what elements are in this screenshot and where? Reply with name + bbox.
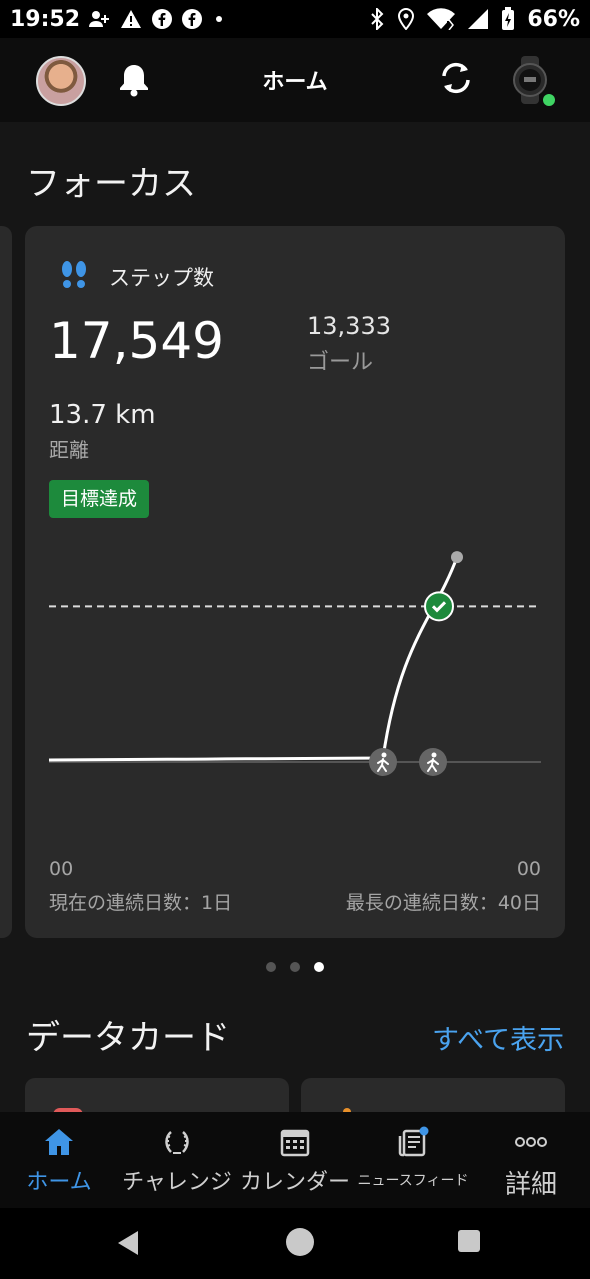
bottom-navigation: ホーム チャレンジ カレンダー ニュースフィード 詳細	[0, 1112, 590, 1208]
x-axis-label-end: 00	[516, 858, 541, 880]
distance-value: 13.7 km	[49, 400, 156, 430]
card-pager	[0, 962, 590, 972]
bluetooth-icon	[371, 8, 384, 30]
page-title: ホーム	[262, 70, 328, 95]
battery-charging-icon	[502, 7, 515, 30]
facebook-icon	[182, 9, 203, 29]
warning-icon	[121, 10, 142, 28]
status-bar: 19:52 66%	[0, 0, 590, 38]
current-steps-point	[451, 551, 463, 564]
see-all-link[interactable]: すべて表示	[432, 1018, 564, 1057]
pager-dot-active[interactable]	[314, 962, 324, 972]
x-axis-label-start: 00	[49, 858, 74, 880]
goal-value: 13,333	[307, 312, 391, 340]
dot-icon	[216, 16, 223, 22]
calendar-icon	[280, 1129, 310, 1157]
data-cards-section-title: データカード	[26, 1018, 230, 1058]
sync-icon[interactable]	[436, 58, 476, 98]
footsteps-icon	[62, 261, 86, 288]
card-label: ステップ数	[109, 266, 214, 290]
home-button[interactable]	[286, 1228, 314, 1256]
focus-section-title: フォーカス	[26, 164, 196, 204]
nav-newsfeed[interactable]: ニュースフィード	[354, 1112, 472, 1208]
nav-label: ニュースフィード	[357, 1173, 469, 1189]
more-icon	[515, 1137, 547, 1147]
location-icon	[398, 8, 415, 30]
wifi-icon	[427, 8, 456, 30]
nav-more[interactable]: 詳細	[472, 1112, 590, 1208]
laurel-icon	[165, 1131, 189, 1154]
goal-reached-badge: 目標達成	[49, 480, 150, 518]
system-icons: 66%	[369, 7, 580, 32]
goal-label: ゴール	[307, 350, 374, 375]
nav-label: チャレンジ	[122, 1170, 232, 1195]
newsfeed-icon	[398, 1126, 429, 1157]
steps-series-line	[48, 556, 459, 762]
nav-challenges[interactable]: チャレンジ	[118, 1112, 236, 1208]
person-add-icon	[89, 11, 110, 27]
steps-chart	[48, 551, 541, 776]
longest-streak: 最長の連続日数：40日	[345, 892, 541, 914]
app-screen: 19:52 66% ホーム フォーカス ステップ数 17,549 13,333 …	[0, 0, 590, 1279]
home-icon	[45, 1129, 73, 1155]
facebook-icon	[152, 9, 173, 29]
walking-icon-head	[431, 752, 437, 758]
nav-home[interactable]: ホーム	[0, 1112, 118, 1208]
top-app-bar: ホーム	[0, 38, 590, 122]
walking-icon-head	[381, 752, 387, 758]
status-time: 19:52	[10, 6, 81, 32]
nav-label: カレンダー	[239, 1170, 350, 1195]
steps-value: 17,549	[49, 312, 224, 370]
notification-icons	[88, 9, 226, 29]
back-icon[interactable]	[116, 1230, 140, 1256]
nav-label: ホーム	[26, 1170, 92, 1195]
distance-label: 距離	[49, 438, 89, 462]
nav-calendar[interactable]: カレンダー	[236, 1112, 354, 1208]
steps-card[interactable]: ステップ数 17,549 13,333 ゴール 13.7 km 距離 目標達成 …	[25, 226, 565, 938]
previous-focus-card[interactable]	[0, 226, 12, 938]
recents-button[interactable]	[458, 1230, 480, 1252]
device-connected-indicator	[543, 94, 555, 106]
pager-dot[interactable]	[290, 962, 300, 972]
current-streak: 現在の連続日数：1日	[49, 892, 233, 914]
pager-dot[interactable]	[266, 962, 276, 972]
system-navigation-bar	[0, 1208, 590, 1279]
battery-percent: 66%	[527, 6, 580, 32]
signal-icon	[468, 9, 489, 29]
nav-label: 詳細	[504, 1170, 557, 1200]
